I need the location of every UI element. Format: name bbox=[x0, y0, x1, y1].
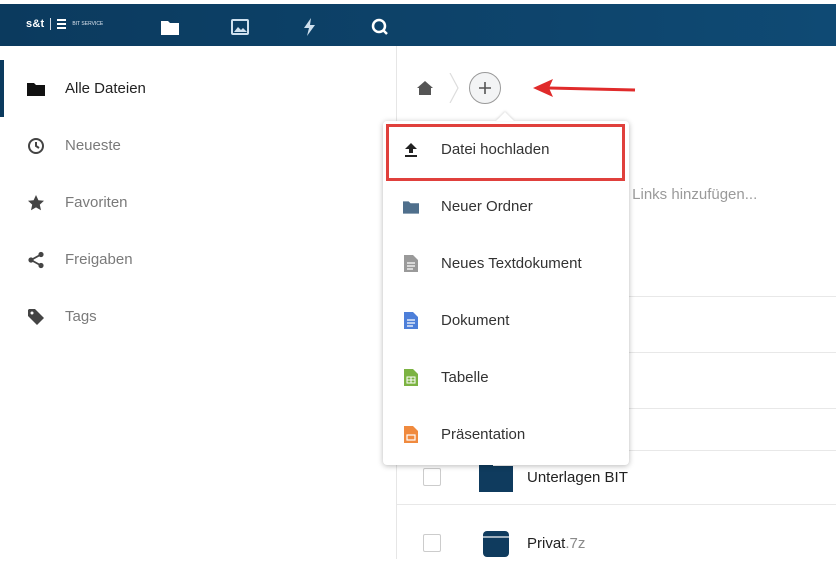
menu-item-new-text-document[interactable]: Neues Textdokument bbox=[383, 235, 629, 292]
menu-item-document[interactable]: Dokument bbox=[383, 292, 629, 349]
menu-item-new-folder[interactable]: Neuer Ordner bbox=[383, 178, 629, 235]
menu-item-label: Tabelle bbox=[441, 369, 489, 386]
brand-name: s&t bbox=[26, 18, 45, 30]
menu-item-label: Neues Textdokument bbox=[441, 255, 582, 272]
image-icon bbox=[231, 19, 249, 35]
sidebar-item-label: Tags bbox=[65, 308, 97, 325]
folder-icon bbox=[479, 462, 513, 492]
menu-item-label: Dokument bbox=[441, 312, 510, 329]
menu-item-label: Datei hochladen bbox=[441, 141, 550, 158]
row-checkbox[interactable] bbox=[423, 534, 441, 552]
hint-text: r Links hinzufügen... bbox=[623, 186, 758, 203]
top-header: s&t BIT SERVICE bbox=[0, 0, 836, 46]
sidebar-item-all-files[interactable]: Alle Dateien bbox=[0, 60, 396, 117]
sidebar-item-label: Freigaben bbox=[65, 251, 133, 268]
text-file-icon bbox=[403, 255, 419, 273]
breadcrumb-separator bbox=[449, 73, 459, 103]
photos-app-button[interactable] bbox=[205, 8, 275, 46]
menu-item-spreadsheet[interactable]: Tabelle bbox=[383, 349, 629, 406]
menu-item-label: Präsentation bbox=[441, 426, 526, 443]
star-icon bbox=[27, 194, 45, 212]
menu-item-presentation[interactable]: Präsentation bbox=[383, 406, 629, 463]
folder-icon bbox=[403, 198, 419, 216]
table-row[interactable]: Privat.7z bbox=[397, 515, 836, 571]
file-name[interactable]: Unterlagen BIT bbox=[527, 469, 628, 486]
sidebar-item-label: Neueste bbox=[65, 137, 121, 154]
share-icon bbox=[27, 251, 45, 269]
new-menu-dropdown: Datei hochladen Neuer Ordner Neues Textd… bbox=[383, 121, 629, 465]
sidebar-item-favorites[interactable]: Favoriten bbox=[0, 174, 396, 231]
search-app-button[interactable] bbox=[345, 8, 415, 46]
spreadsheet-icon bbox=[403, 369, 419, 387]
home-icon[interactable] bbox=[415, 78, 435, 98]
brand-subtitle: BIT SERVICE bbox=[72, 20, 104, 27]
files-app-button[interactable] bbox=[135, 8, 205, 46]
clock-icon bbox=[27, 137, 45, 155]
lightning-icon bbox=[304, 18, 315, 36]
upload-icon bbox=[403, 141, 419, 159]
sidebar-item-shares[interactable]: Freigaben bbox=[0, 231, 396, 288]
folder-icon bbox=[161, 21, 179, 35]
plus-icon bbox=[479, 82, 491, 94]
tag-icon bbox=[27, 308, 45, 326]
sidebar: Alle Dateien Neueste Favoriten Freigaben… bbox=[0, 46, 397, 559]
activity-app-button[interactable] bbox=[275, 8, 345, 46]
sidebar-item-tags[interactable]: Tags bbox=[0, 288, 396, 345]
presentation-icon bbox=[403, 426, 419, 444]
menu-item-label: Neuer Ordner bbox=[441, 198, 533, 215]
folder-icon bbox=[27, 80, 45, 98]
search-icon bbox=[371, 18, 388, 35]
sidebar-item-recent[interactable]: Neueste bbox=[0, 117, 396, 174]
new-file-button[interactable] bbox=[469, 72, 501, 104]
breadcrumb bbox=[415, 72, 503, 104]
brand-logo[interactable]: s&t BIT SERVICE bbox=[26, 18, 103, 30]
file-name[interactable]: Privat.7z bbox=[527, 535, 585, 552]
sidebar-item-label: Favoriten bbox=[65, 194, 128, 211]
sidebar-item-label: Alle Dateien bbox=[65, 80, 146, 97]
document-icon bbox=[403, 312, 419, 330]
menu-item-upload-file[interactable]: Datei hochladen bbox=[383, 121, 629, 178]
app-navigation bbox=[135, 8, 415, 46]
annotation-arrow-icon bbox=[533, 79, 636, 97]
archive-icon bbox=[479, 528, 513, 558]
row-checkbox[interactable] bbox=[423, 468, 441, 486]
